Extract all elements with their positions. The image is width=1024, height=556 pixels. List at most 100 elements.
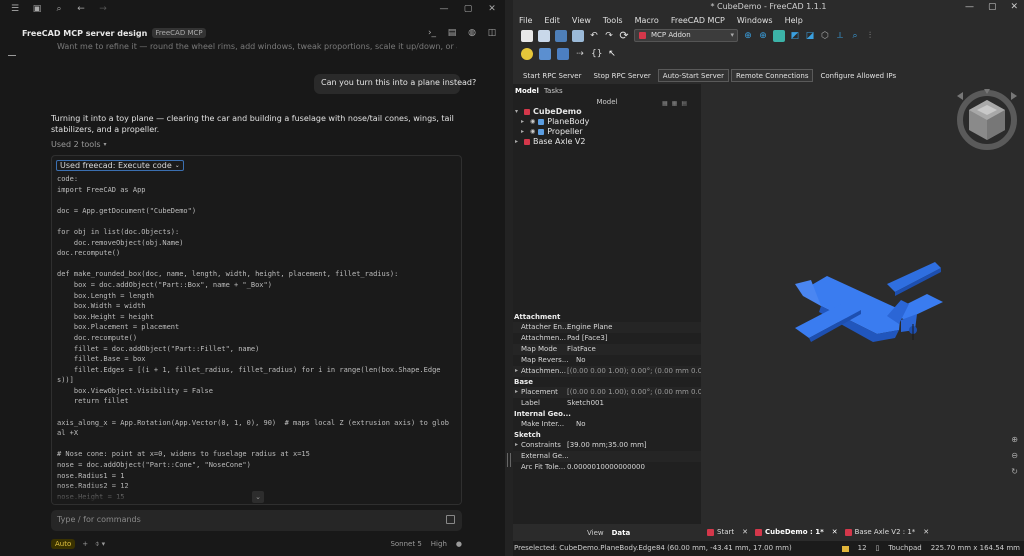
magnifier-icon[interactable]: ⌕ — [850, 31, 860, 41]
group-icon[interactable] — [539, 48, 551, 60]
chevron-right-icon[interactable]: ▸ — [515, 387, 518, 398]
tab-data[interactable]: Data — [612, 529, 631, 537]
sidebar-toggle-icon[interactable]: ▣ — [32, 4, 42, 14]
maximize-icon[interactable]: ▢ — [463, 4, 473, 14]
doc-tab-cubedemo[interactable]: CubeDemo : 1* ✕ — [754, 528, 838, 536]
attach-icon[interactable]: ⌽ ▾ — [95, 540, 105, 549]
prop-value[interactable]: Sketch001 — [567, 398, 701, 409]
menu-view[interactable]: View — [572, 16, 591, 25]
save-icon[interactable] — [555, 29, 567, 42]
prop-row[interactable]: ▸ Constraints [39.00 mm;35.00 mm] — [513, 440, 701, 451]
chevron-right-icon[interactable]: ▸ — [515, 137, 521, 147]
redo-icon[interactable]: ↷ — [604, 31, 614, 41]
navigation-style[interactable]: Touchpad — [888, 541, 921, 556]
auto-start-button[interactable]: Auto-Start Server — [657, 68, 729, 82]
tab-model[interactable]: Model — [515, 87, 539, 95]
project-badge[interactable]: FreeCAD MCP — [152, 28, 206, 38]
rotate-icon[interactable]: ↻ — [1011, 467, 1018, 476]
mic-icon[interactable]: ● — [456, 540, 462, 548]
prop-row[interactable]: ▸ Placement [(0.00 0.00 1.00); 0.00°; (0.0… — [513, 387, 701, 398]
whats-this-icon[interactable]: ↖ — [607, 49, 617, 59]
std-part-icon[interactable]: ⫶ — [865, 31, 875, 41]
tree-item-planebody[interactable]: ▸ ◉ PlaneBody — [521, 117, 589, 127]
menu-file[interactable]: File — [519, 16, 532, 25]
mode-selector[interactable]: Auto — [51, 539, 76, 549]
chevron-right-icon[interactable]: ▸ — [515, 366, 518, 377]
prop-value[interactable]: 0.0000010000000000 — [567, 462, 701, 473]
view-front-icon[interactable]: ◩ — [790, 31, 800, 41]
draw-style-icon[interactable]: ⬡ — [820, 31, 830, 41]
macro-icon[interactable]: {} — [591, 49, 602, 59]
prop-value[interactable]: No — [567, 419, 701, 430]
stop-rpc-button[interactable]: Stop RPC Server — [588, 69, 655, 82]
doc-tab-start[interactable]: Start ✕ — [707, 528, 748, 536]
configure-ips-button[interactable]: Configure Allowed IPs — [815, 69, 901, 82]
eye-icon[interactable]: ◉ — [530, 117, 535, 127]
layout-icon[interactable]: ◫ — [487, 28, 497, 38]
globe-icon[interactable]: ◍ — [467, 28, 477, 38]
menu-icon[interactable]: ☰ — [10, 4, 20, 14]
tree-item-base-axle[interactable]: ▸ Base Axle V2 — [515, 137, 585, 147]
close-icon[interactable]: ✕ — [923, 528, 929, 536]
prop-row[interactable]: Map Revers... No — [513, 355, 701, 366]
splitter-grip[interactable] — [507, 453, 511, 467]
tab-view[interactable]: View — [587, 529, 604, 537]
prop-row[interactable]: Make Inter... No — [513, 419, 701, 430]
add-icon[interactable]: + — [82, 540, 88, 548]
prop-row[interactable]: ▸ Attachmen... [(0.00 0.00 1.00); 0.00°; (… — [513, 366, 701, 377]
close-icon[interactable]: ✕ — [1010, 2, 1018, 12]
command-input[interactable]: Type / for commands — [51, 510, 462, 531]
prop-row[interactable]: Label Sketch001 — [513, 398, 701, 409]
minimize-icon[interactable]: — — [965, 2, 974, 12]
menu-edit[interactable]: Edit — [544, 16, 560, 25]
folder-icon[interactable] — [841, 545, 849, 552]
save-as-icon[interactable] — [572, 29, 584, 42]
zoom-fit-icon[interactable]: ⊕ — [743, 31, 753, 41]
prop-row[interactable]: Attacher En... Engine Plane — [513, 322, 701, 333]
tree-header-icons[interactable]: ▦▦▤ — [662, 98, 691, 109]
workbench-selector[interactable]: MCP Addon — [634, 29, 738, 42]
used-tools-toggle[interactable]: Used 2 tools ▾ — [51, 140, 107, 149]
prop-value[interactable]: [(0.00 0.00 1.00); 0.00°; (0.00 mm 0.00 … — [567, 366, 701, 377]
start-rpc-button[interactable]: Start RPC Server — [518, 69, 586, 82]
link-icon[interactable]: ⇢ — [575, 49, 585, 59]
prop-value[interactable]: [39.00 mm;35.00 mm] — [567, 440, 701, 451]
remote-connections-button[interactable]: Remote Connections — [730, 68, 814, 82]
tree-item-propeller[interactable]: ▸ ◉ Propeller — [521, 127, 583, 137]
doc-tab-base-axle[interactable]: Base Axle V2 : 1* ✕ — [844, 528, 929, 536]
tree-item-cubedemo[interactable]: ▾ CubeDemo — [515, 107, 582, 117]
menu-macro[interactable]: Macro — [635, 16, 659, 25]
group-internal-geometry[interactable]: Internal Geo... — [514, 409, 571, 419]
search-icon[interactable]: ⌕ — [54, 4, 64, 14]
zoom-in-icon[interactable]: ⊕ — [1011, 435, 1018, 444]
prop-row[interactable]: Attachmen... Pad [Face3] — [513, 333, 701, 344]
prop-value[interactable]: [(0.00 0.00 1.00); 0.00°; (0.00 mm 0.00 … — [567, 387, 701, 398]
refresh-icon[interactable]: ⟳ — [619, 30, 629, 41]
group-sketch[interactable]: Sketch — [514, 430, 541, 440]
part-icon[interactable] — [521, 48, 533, 60]
mouse-icon[interactable]: ▯ — [876, 541, 880, 556]
terminal-icon[interactable]: ›_ — [427, 28, 437, 38]
group-base[interactable]: Base — [514, 377, 533, 387]
close-icon[interactable]: ✕ — [742, 528, 748, 536]
chevron-down-icon[interactable]: ▾ — [515, 107, 521, 117]
effort-selector[interactable]: High — [431, 540, 447, 548]
open-file-icon[interactable] — [538, 29, 550, 42]
undo-icon[interactable]: ↶ — [589, 31, 599, 41]
minimize-icon[interactable]: — — [439, 4, 449, 14]
chevron-right-icon[interactable]: ▸ — [521, 127, 527, 137]
new-file-icon[interactable] — [521, 29, 533, 42]
view-iso-icon[interactable] — [773, 29, 785, 42]
measure-icon[interactable]: ⟂ — [835, 31, 845, 41]
prop-value[interactable]: Engine Plane — [567, 322, 701, 333]
forward-arrow-icon[interactable]: → — [98, 4, 108, 14]
model-selector[interactable]: Sonnet 5 — [390, 540, 421, 548]
menu-help[interactable]: Help — [785, 16, 803, 25]
prop-row[interactable]: Arc Fit Tole... 0.0000010000000000 — [513, 462, 701, 473]
plane-model[interactable] — [791, 254, 951, 354]
zoom-out-icon[interactable]: ⊖ — [1011, 451, 1018, 460]
pane-splitter[interactable] — [505, 0, 513, 556]
prop-row[interactable]: Map Mode FlatFace — [513, 344, 701, 355]
3d-viewport[interactable]: ⊕ ⊖ ↻ — [701, 84, 1024, 524]
close-icon[interactable]: ✕ — [487, 4, 497, 14]
